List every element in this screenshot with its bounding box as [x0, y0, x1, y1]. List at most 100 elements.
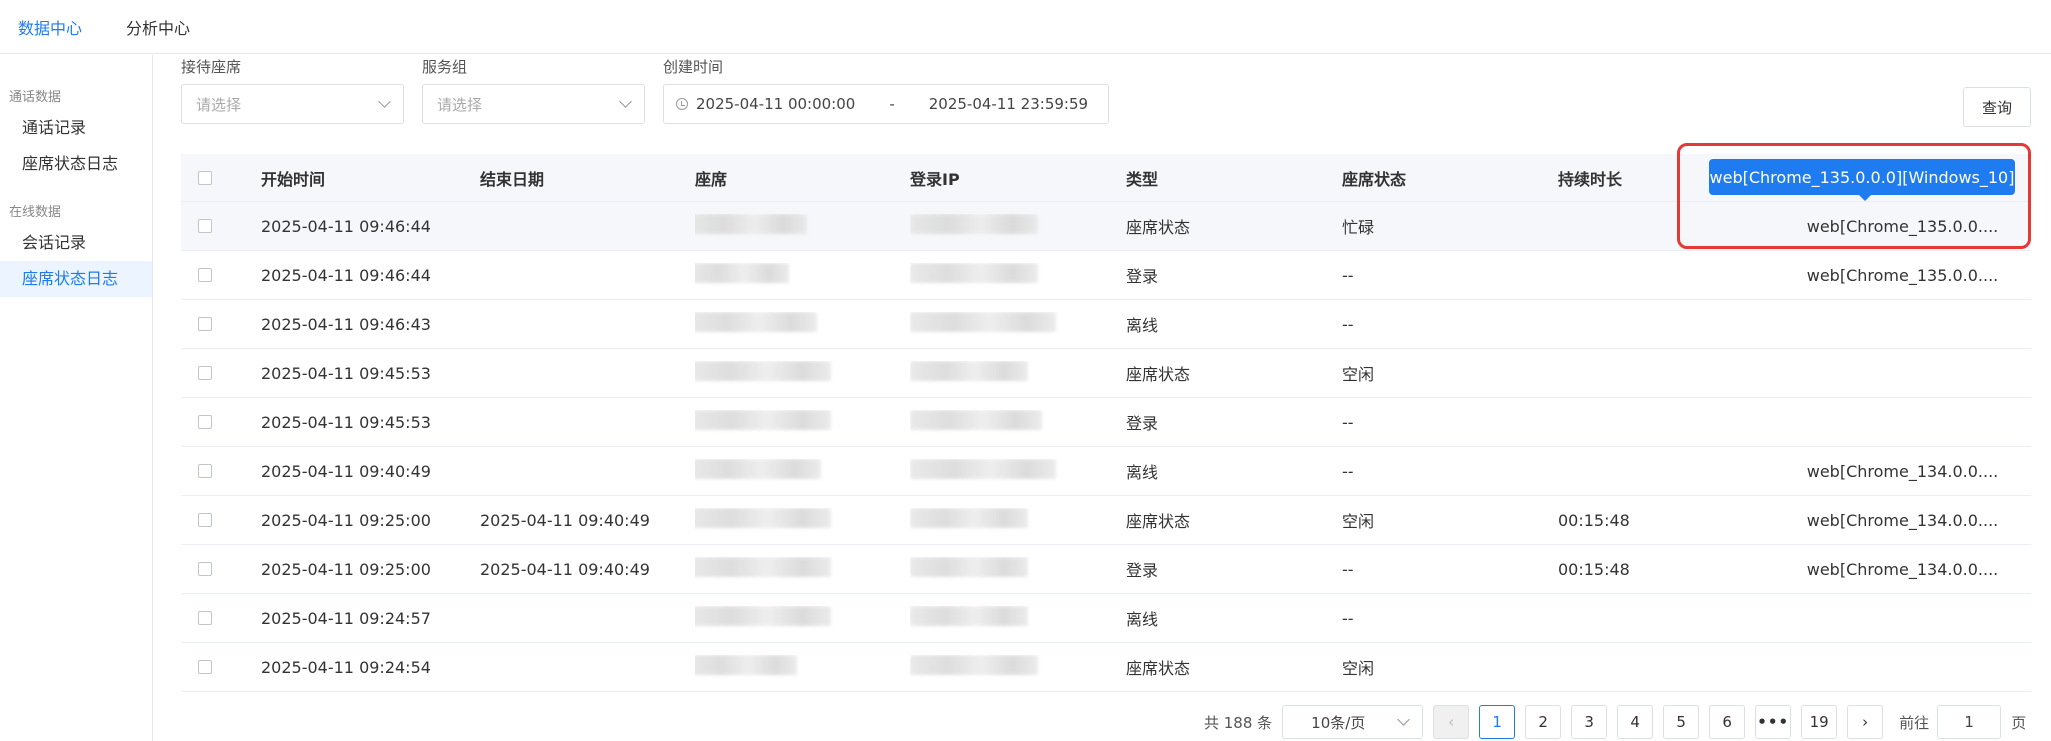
header-end-date[interactable]: 结束日期: [480, 166, 695, 190]
goto-label: 前往: [1899, 713, 1930, 732]
query-button[interactable]: 查询: [1963, 87, 2031, 127]
next-page-button[interactable]: ›: [1847, 705, 1884, 739]
cell-type: 登录: [1126, 414, 1159, 433]
cell-seat-redacted: [695, 214, 910, 238]
nav-analysis-center[interactable]: 分析中心: [126, 15, 190, 39]
cell-duration: 00:15:48: [1558, 559, 1630, 579]
row-checkbox[interactable]: [198, 562, 212, 576]
page-size-value: 10条/页: [1311, 713, 1366, 732]
table-row[interactable]: 2025-04-11 09:24:54 座席状态 空闲: [181, 643, 2031, 692]
row-checkbox-cell: [181, 660, 261, 674]
date-range-picker[interactable]: 2025-04-11 00:00:00 - 2025-04-11 23:59:5…: [663, 84, 1109, 124]
prev-page-button[interactable]: ‹: [1433, 705, 1470, 739]
pagination: 共 188 条 10条/页 ‹ 1 2 3 4 5 6 ••• 19 › 前往 …: [1204, 705, 2026, 739]
redacted-ip: [910, 557, 1028, 577]
row-checkbox[interactable]: [198, 219, 212, 233]
row-checkbox[interactable]: [198, 317, 212, 331]
header-login-ip[interactable]: 登录IP: [910, 166, 1126, 190]
header-seat-status[interactable]: 座席状态: [1342, 166, 1558, 190]
cell-seat-redacted: [695, 312, 910, 336]
header-start-time[interactable]: 开始时间: [261, 166, 480, 190]
cell-seat-redacted: [695, 459, 910, 483]
table-row[interactable]: 2025-04-11 09:46:44 登录 -- web[Chrome_135.0.…: [181, 251, 2031, 300]
more-pages-button[interactable]: •••: [1755, 705, 1792, 739]
agent-select[interactable]: 请选择: [181, 84, 404, 124]
cell-seat-status: 空闲: [1342, 365, 1375, 384]
date-start[interactable]: 2025-04-11 00:00:00: [696, 95, 855, 113]
goto-page-input[interactable]: 1: [1937, 705, 2002, 739]
table-body: 2025-04-11 09:46:44 座席状态 忙碌 web[Chrome_135.…: [181, 202, 2031, 692]
agent-filter-label: 接待座席: [181, 58, 242, 76]
page-button-last[interactable]: 19: [1801, 705, 1838, 739]
cell-ip-redacted: [910, 410, 1126, 434]
cell-seat-status: --: [1342, 461, 1354, 481]
cell-seat-redacted: [695, 508, 910, 532]
redacted-seat: [695, 655, 797, 675]
page-button-2[interactable]: 2: [1525, 705, 1562, 739]
row-checkbox[interactable]: [198, 415, 212, 429]
table-row[interactable]: 2025-04-11 09:40:49 离线 -- web[Chrome_134.0.…: [181, 447, 2031, 496]
table-row[interactable]: 2025-04-11 09:45:53 座席状态 空闲: [181, 349, 2031, 398]
page-size-select[interactable]: 10条/页: [1282, 705, 1424, 739]
cell-client[interactable]: web[Chrome_134.0.0....: [1774, 462, 2031, 481]
cell-client[interactable]: web[Chrome_134.0.0....: [1774, 560, 2031, 579]
sidebar-item-call-records[interactable]: 通话记录: [0, 110, 152, 146]
row-checkbox[interactable]: [198, 366, 212, 380]
cell-start-time: 2025-04-11 09:24:57: [261, 608, 431, 628]
row-checkbox[interactable]: [198, 611, 212, 625]
cell-type: 登录: [1126, 267, 1159, 286]
redacted-ip: [910, 410, 1042, 430]
select-all-checkbox[interactable]: [198, 170, 212, 185]
chevron-down-icon: [1397, 713, 1411, 726]
redacted-ip: [910, 361, 1028, 381]
header-type[interactable]: 类型: [1126, 166, 1342, 190]
cell-seat-status: 空闲: [1342, 512, 1375, 531]
cell-end-date: 2025-04-11 09:40:49: [480, 559, 650, 579]
row-checkbox-cell: [181, 317, 261, 331]
row-checkbox[interactable]: [198, 268, 212, 282]
table-row[interactable]: 2025-04-11 09:45:53 登录 --: [181, 398, 2031, 447]
cell-type: 座席状态: [1126, 218, 1191, 237]
page-button-4[interactable]: 4: [1617, 705, 1654, 739]
page-button-1[interactable]: 1: [1479, 705, 1516, 739]
cell-start-time: 2025-04-11 09:25:00: [261, 559, 431, 579]
table-row[interactable]: 2025-04-11 09:25:00 2025-04-11 09:40:49 座席…: [181, 496, 2031, 545]
redacted-seat: [695, 606, 831, 626]
row-checkbox[interactable]: [198, 513, 212, 527]
sidebar-item-seat-log-call[interactable]: 座席状态日志: [0, 146, 152, 182]
agent-filter: 接待座席 请选择: [181, 56, 404, 124]
header-seat[interactable]: 座席: [695, 166, 910, 190]
cell-client[interactable]: web[Chrome_134.0.0....: [1774, 511, 2031, 530]
page-button-6[interactable]: 6: [1709, 705, 1746, 739]
cell-client[interactable]: web[Chrome_135.0.0....: [1774, 217, 2031, 236]
row-checkbox-cell: [181, 219, 261, 233]
cell-end-date: 2025-04-11 09:40:49: [480, 510, 650, 530]
row-checkbox-cell: [181, 513, 261, 527]
cell-start-time: 2025-04-11 09:24:54: [261, 657, 431, 677]
row-checkbox-cell: [181, 268, 261, 282]
cell-type: 离线: [1126, 316, 1159, 335]
cell-seat-redacted: [695, 655, 910, 679]
table-row[interactable]: 2025-04-11 09:24:57 离线 --: [181, 594, 2031, 643]
redacted-seat: [695, 508, 831, 528]
redacted-ip: [910, 606, 1028, 626]
date-separator: -: [889, 95, 895, 113]
table-row[interactable]: 2025-04-11 09:46:43 离线 --: [181, 300, 2031, 349]
redacted-seat: [695, 459, 821, 479]
page-button-5[interactable]: 5: [1663, 705, 1700, 739]
group-select[interactable]: 请选择: [422, 84, 645, 124]
page-button-3[interactable]: 3: [1571, 705, 1608, 739]
sidebar-item-seat-log-online[interactable]: 座席状态日志: [0, 261, 152, 297]
date-end[interactable]: 2025-04-11 23:59:59: [929, 95, 1088, 113]
nav-data-center[interactable]: 数据中心: [18, 15, 82, 39]
agent-select-placeholder: 请选择: [196, 95, 242, 114]
table-row[interactable]: 2025-04-11 09:46:44 座席状态 忙碌 web[Chrome_135.…: [181, 202, 2031, 251]
cell-client[interactable]: web[Chrome_135.0.0....: [1774, 266, 2031, 285]
sidebar-item-session-records[interactable]: 会话记录: [0, 225, 152, 261]
row-checkbox[interactable]: [198, 660, 212, 674]
redacted-ip: [910, 263, 1038, 283]
table-row[interactable]: 2025-04-11 09:25:00 2025-04-11 09:40:49 登录…: [181, 545, 2031, 594]
sidebar-group-call-data: 通话数据: [9, 90, 62, 105]
sidebar: 通话数据 通话记录 座席状态日志 在线数据 会话记录 座席状态日志: [0, 55, 153, 741]
row-checkbox[interactable]: [198, 464, 212, 478]
